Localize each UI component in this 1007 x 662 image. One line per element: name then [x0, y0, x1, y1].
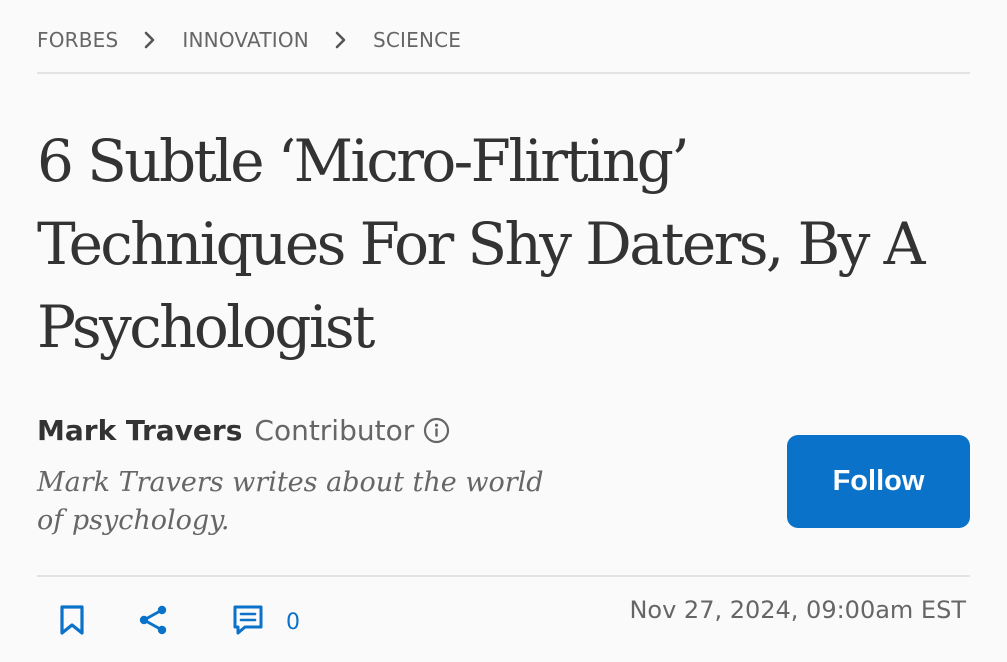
follow-button[interactable]: Follow — [787, 435, 970, 528]
share-button[interactable] — [137, 604, 169, 641]
chevron-right-icon — [118, 26, 182, 54]
article-headline: 6 Subtle ‘Micro-Flirting’ Techniques For… — [37, 127, 925, 361]
chevron-right-icon — [309, 26, 373, 54]
breadcrumb-innovation[interactable]: INNOVATION — [182, 28, 309, 52]
author-line: Mark Travers Contributor — [37, 410, 450, 450]
comment-icon — [232, 604, 264, 641]
publish-timestamp: Nov 27, 2024, 09:00am EST — [629, 596, 966, 624]
breadcrumb-forbes[interactable]: FORBES — [37, 28, 118, 52]
info-circle-icon[interactable] — [423, 417, 450, 444]
comment-count: 0 — [286, 610, 300, 635]
bookmark-button[interactable] — [59, 604, 85, 641]
share-icon — [137, 604, 169, 641]
bottom-divider — [37, 575, 970, 577]
comments-button[interactable]: 0 — [232, 604, 300, 641]
bookmark-icon — [59, 604, 85, 641]
breadcrumb: FORBES INNOVATION SCIENCE — [37, 26, 461, 54]
author-role: Contributor — [254, 413, 415, 447]
author-bio: Mark Travers writes about the world of p… — [37, 467, 544, 536]
author-name[interactable]: Mark Travers — [37, 414, 242, 447]
top-divider — [37, 72, 970, 74]
breadcrumb-science[interactable]: SCIENCE — [373, 28, 461, 52]
